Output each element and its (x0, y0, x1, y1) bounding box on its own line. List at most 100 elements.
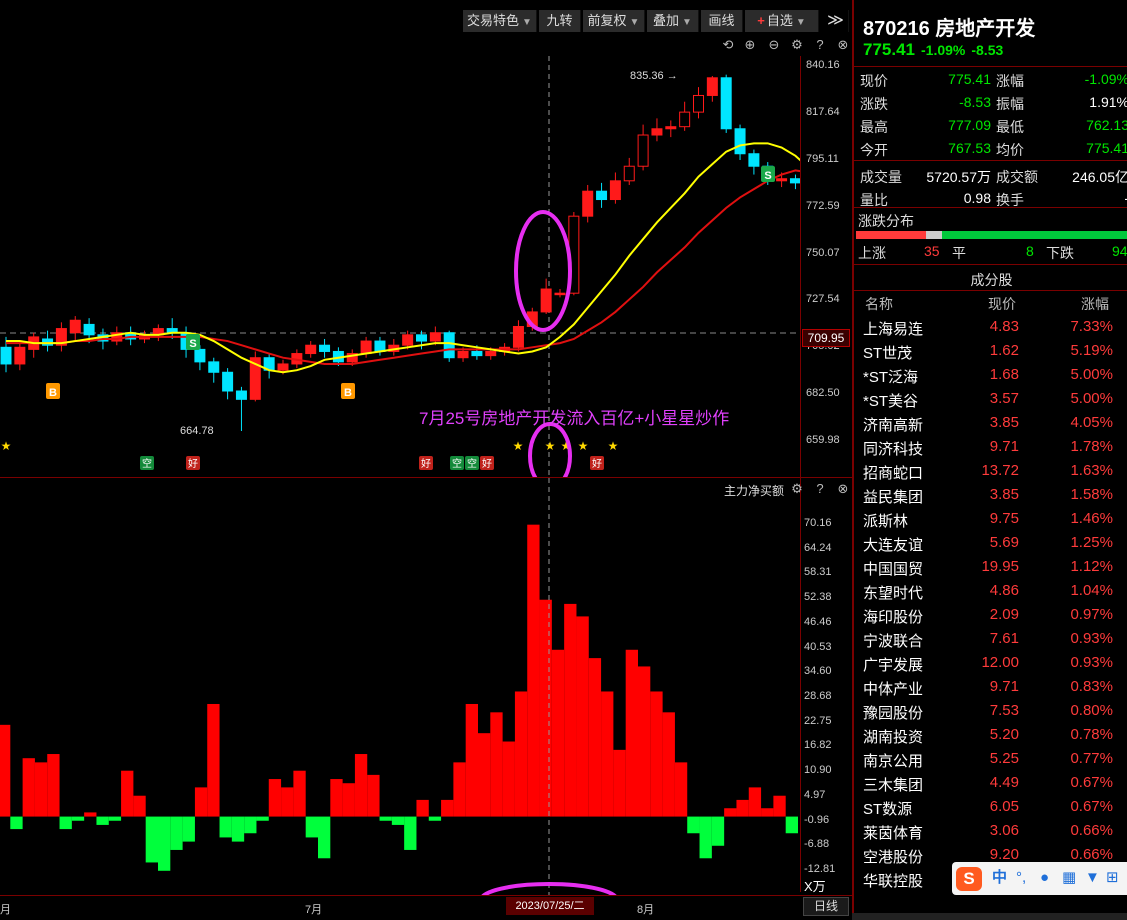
price-tick-label: 772.59 (806, 199, 840, 212)
overlay-label: 叠加 (653, 13, 680, 28)
list-item[interactable]: 派斯林 9.75 1.46% (854, 508, 1127, 532)
price-cell: 12.00 (981, 654, 1019, 671)
nine-turn-label: 九转 (546, 13, 573, 28)
list-item[interactable]: 广宇发展 12.00 0.93% (854, 652, 1127, 676)
flow-bar (84, 812, 97, 817)
nine-turn-button[interactable]: 九转 (539, 10, 581, 32)
list-item[interactable]: 莱茵体育 3.06 0.66% (854, 820, 1127, 844)
candle-body (651, 128, 663, 136)
flow-bar (256, 816, 269, 821)
close-icon[interactable]: ⊗ (836, 38, 850, 52)
list-item[interactable]: *ST美谷 3.57 5.00% (854, 388, 1127, 412)
grid-icon[interactable]: ⊞ (1106, 869, 1119, 887)
sell-signal-badge-text: S (189, 338, 196, 350)
list-item[interactable]: ST数源 6.05 0.67% (854, 796, 1127, 820)
trade-feature-dropdown[interactable]: 交易特色 ▼ (463, 10, 537, 32)
sogou-logo[interactable]: S (956, 867, 982, 891)
indicator-help-icon[interactable]: ? (813, 482, 827, 496)
col-change[interactable]: 涨幅 (1081, 294, 1109, 314)
overlay-dropdown[interactable]: 叠加 ▼ (647, 10, 699, 32)
list-item[interactable]: 海印股份 2.09 0.97% (854, 604, 1127, 628)
empty-marker-text: 空 (467, 457, 477, 470)
low-price-label: 664.78 (180, 425, 214, 437)
list-item[interactable]: 湖南投资 5.20 0.78% (854, 724, 1127, 748)
ime-punct[interactable]: °, (1016, 869, 1026, 887)
adjust-dropdown[interactable]: 前复权 ▼ (583, 10, 645, 32)
list-item[interactable]: ST世茂 1.62 5.19% (854, 340, 1127, 364)
list-item[interactable]: 大连友谊 5.69 1.25% (854, 532, 1127, 556)
candle-body (720, 77, 732, 130)
list-item[interactable]: 招商蛇口 13.72 1.63% (854, 460, 1127, 484)
distribution-counts: 上涨 35 平 8 下跌 94 (854, 243, 1127, 261)
star-marker: ★ (578, 439, 589, 453)
flow-chart[interactable] (0, 478, 800, 895)
date-label: 7月 (305, 904, 323, 916)
stock-name-cell: 上海易连 (863, 321, 924, 338)
list-item[interactable]: 上海易连 4.83 7.33% (854, 316, 1127, 340)
list-item[interactable]: 东望时代 4.86 1.04% (854, 580, 1127, 604)
candle-body (596, 190, 608, 201)
flow-bar (219, 816, 232, 838)
high-price-label: 835.36 → (630, 70, 678, 82)
divider (854, 66, 1127, 67)
col-name[interactable]: 名称 (865, 294, 893, 314)
mic-icon[interactable]: ● (1040, 869, 1049, 887)
period-button[interactable]: 日线 (803, 897, 849, 916)
stock-name-cell: 南京公用 (863, 753, 924, 770)
list-item[interactable]: 益民集团 3.85 1.58% (854, 484, 1127, 508)
list-item[interactable]: 南京公用 5.25 0.77% (854, 748, 1127, 772)
components-title: 成分股 (970, 272, 1013, 288)
flow-bar (564, 603, 577, 817)
stock-name-cell: 湖南投资 (863, 729, 924, 746)
col-price[interactable]: 现价 (988, 294, 1016, 314)
change-cell: 0.78% (1070, 726, 1113, 743)
divider (854, 290, 1127, 291)
list-item[interactable]: 豫园股份 7.53 0.80% (854, 700, 1127, 724)
flow-tick-label: 10.90 (804, 764, 832, 777)
list-item[interactable]: 宁波联合 7.61 0.93% (854, 628, 1127, 652)
draw-line-button[interactable]: 画线 (701, 10, 743, 32)
flow-tick-label: 64.24 (804, 541, 832, 554)
help-icon[interactable]: ? (813, 38, 827, 52)
chart-toolbar: 交易特色 ▼ 九转 前复权 ▼ 叠加 ▼ 画线 + 自选 ▼ ≫ (0, 0, 852, 34)
shirt-icon[interactable]: ▼ (1085, 869, 1100, 887)
stock-name-cell: 广宇发展 (863, 657, 924, 674)
date-axis: 月 7月 8月 (0, 895, 852, 920)
flow-bar (145, 816, 158, 863)
candle-body (360, 340, 372, 355)
watchlist-dropdown[interactable]: + 自选 ▼ (745, 10, 819, 32)
flow-bar (59, 816, 72, 830)
flow-bar (34, 762, 48, 817)
list-item[interactable]: 中国国贸 19.95 1.12% (854, 556, 1127, 580)
ime-mode[interactable]: 中 (992, 869, 1007, 887)
candle-body (789, 178, 800, 184)
list-item[interactable]: *ST泛海 1.68 5.00% (854, 364, 1127, 388)
quote-row: 最高 777.09 最低 762.13 (854, 115, 1127, 138)
flow-bar (133, 795, 146, 817)
flow-bar (281, 787, 294, 817)
flow-bar (108, 816, 122, 821)
list-item[interactable]: 三木集团 4.49 0.67% (854, 772, 1127, 796)
flow-bar (687, 816, 700, 834)
list-item[interactable]: 中体产业 9.71 0.83% (854, 676, 1127, 700)
indicator-close-icon[interactable]: ⊗ (836, 482, 850, 496)
candle-body (776, 178, 788, 182)
quote-value: 246.05亿 (1072, 169, 1127, 185)
flow-bar (761, 808, 774, 817)
good-marker-text: 好 (188, 458, 198, 470)
list-item[interactable]: 同济科技 9.71 1.78% (854, 436, 1127, 460)
price-tick-label: 817.64 (806, 105, 840, 118)
change-cell: 0.66% (1070, 822, 1113, 839)
more-icon[interactable]: ≫ (823, 10, 849, 32)
quote-label: 成交量 (860, 169, 902, 185)
change-cell: 1.63% (1070, 462, 1113, 479)
flow-bar (22, 758, 35, 817)
change-cell: 5.00% (1070, 366, 1113, 383)
candle-body (305, 344, 317, 355)
list-item[interactable]: 济南高新 3.85 4.05% (854, 412, 1127, 436)
unit-label: X万 (804, 879, 826, 894)
buy-signal-badge-text: B (49, 387, 57, 399)
flow-bar (379, 816, 392, 821)
keyboard-icon[interactable]: ▦ (1062, 869, 1076, 887)
flow-bar (367, 774, 380, 817)
